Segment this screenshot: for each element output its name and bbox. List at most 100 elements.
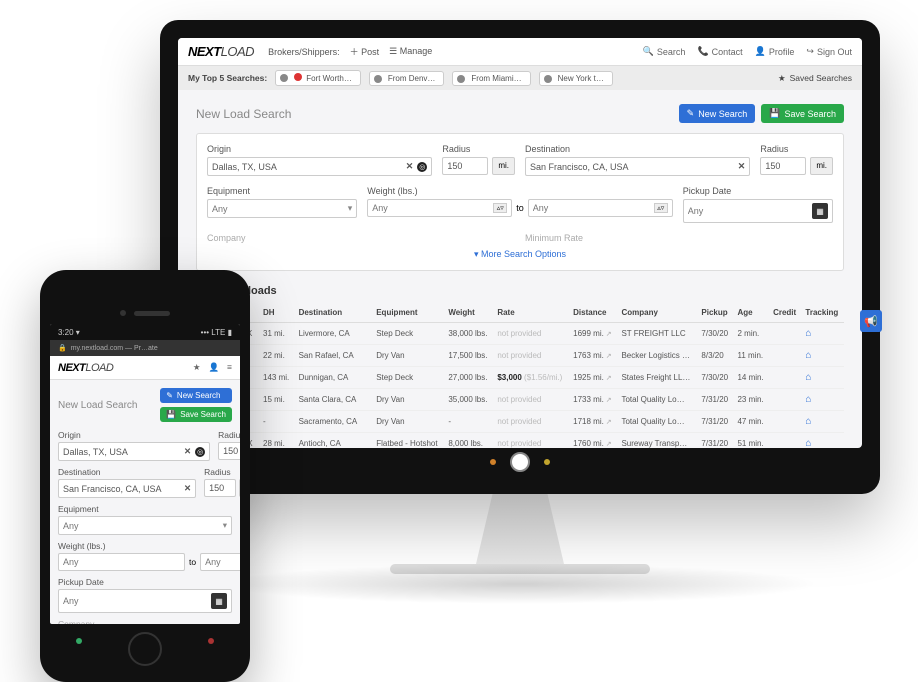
radius-label: Radius	[442, 144, 515, 154]
stepper-icon[interactable]: ▵▿	[654, 203, 668, 213]
radius-label: Radius	[218, 430, 240, 440]
company-label: Company	[58, 619, 232, 624]
table-row[interactable]: Fort Worth, TX31 mi.Livermore, CAStep De…	[196, 323, 844, 345]
column-header[interactable]: Tracking	[801, 303, 844, 323]
profile-link[interactable]: 👤Profile	[755, 46, 795, 57]
origin-input[interactable]: ✕ ◎	[207, 157, 432, 176]
calendar-icon[interactable]: ▦	[812, 203, 828, 219]
radius-label: Radius	[760, 144, 833, 154]
home-icon[interactable]: ⌂	[805, 328, 811, 339]
radius-input[interactable]	[204, 479, 236, 497]
star-icon[interactable]: ★	[193, 362, 201, 373]
table-row[interactable]: Lewisville, TX22 mi.San Rafael, CADry Va…	[196, 345, 844, 367]
unit-toggle[interactable]: mi.	[239, 479, 240, 497]
top5-chip[interactable]: From Denv…	[369, 71, 445, 86]
more-options-toggle[interactable]: ▾ More Search Options	[207, 243, 833, 260]
search-icon: 🔍	[643, 46, 654, 57]
home-icon[interactable]: ⌂	[805, 438, 811, 448]
weight-min-input[interactable]	[58, 553, 185, 571]
app-header: NEXTLOAD Brokers/Shippers: ＋ Post ☰ Mana…	[178, 38, 862, 66]
column-header[interactable]: Destination	[295, 303, 373, 323]
browser-url-bar[interactable]: 🔒my.nextload.com — Pr…ate	[50, 340, 240, 356]
results-table: OriginDHDestinationEquipmentWeightRateDi…	[196, 303, 844, 448]
new-search-button[interactable]: ✎New Search	[679, 104, 756, 123]
origin-input[interactable]: ✕◎	[58, 442, 210, 461]
saved-searches-link[interactable]: ★Saved Searches	[778, 73, 852, 84]
search-link[interactable]: 🔍Search	[643, 46, 686, 57]
brand-logo: NEXTLOAD	[188, 44, 254, 59]
announcements-button[interactable]: 📢	[860, 310, 862, 332]
weight-label: Weight (lbs.)	[367, 186, 673, 196]
search-panel: Origin ✕ ◎ Radius mi.	[196, 133, 844, 271]
menu-icon[interactable]: ≡	[227, 362, 232, 373]
pickup-date-input[interactable]: ▦	[683, 199, 833, 223]
save-icon: 💾	[769, 108, 780, 119]
signout-link[interactable]: ↪Sign Out	[806, 46, 852, 57]
weight-max-input[interactable]: ▵▿	[528, 199, 673, 217]
origin-label: Origin	[207, 144, 432, 154]
home-icon[interactable]: ⌂	[805, 372, 811, 383]
signout-icon: ↪	[806, 46, 814, 57]
column-header[interactable]: Equipment	[372, 303, 444, 323]
radius-input[interactable]	[218, 442, 240, 460]
destination-input[interactable]: ✕	[58, 479, 196, 498]
column-header[interactable]: Company	[617, 303, 697, 323]
desktop-monitor-mockup: NEXTLOAD Brokers/Shippers: ＋ Post ☰ Mana…	[160, 20, 880, 574]
equipment-select[interactable]	[58, 516, 232, 535]
star-icon: ★	[778, 73, 786, 84]
column-header[interactable]: Pickup	[697, 303, 733, 323]
destination-label: Destination	[525, 144, 750, 154]
destination-input[interactable]: ✕	[525, 157, 750, 176]
unit-toggle[interactable]: mi.	[810, 157, 833, 175]
equipment-label: Equipment	[58, 504, 232, 514]
top5-chip[interactable]: From Miami…	[452, 71, 530, 86]
save-icon: 💾	[166, 410, 176, 419]
weight-max-input[interactable]	[200, 553, 240, 571]
user-icon: 👤	[755, 46, 766, 57]
calendar-icon[interactable]: ▦	[211, 593, 227, 609]
weight-min-input[interactable]: ▵▿	[367, 199, 512, 217]
to-label: to	[516, 203, 524, 213]
minrate-label: Minimum Rate	[525, 233, 833, 243]
column-header[interactable]: Distance	[569, 303, 617, 323]
top5-chip[interactable]: Fort Worth…	[275, 70, 361, 86]
dest-radius-input[interactable]	[760, 157, 806, 175]
column-header[interactable]: Weight	[444, 303, 493, 323]
brokers-label: Brokers/Shippers:	[268, 47, 340, 57]
table-row[interactable]: Royse City, TX28 mi.Antioch, CAFlatbed -…	[196, 433, 844, 449]
locate-icon[interactable]: ◎	[417, 162, 427, 172]
table-row[interactable]: Marshall, TX143 mi.Dunnigan, CAStep Deck…	[196, 367, 844, 389]
table-row[interactable]: Carrollton, TX15 mi.Santa Clara, CADry V…	[196, 389, 844, 411]
save-search-button[interactable]: 💾Save Search	[160, 407, 232, 422]
results-count: Found 33 loads	[196, 285, 844, 297]
table-row[interactable]: Dallas, TX-Sacramento, CADry Van-not pro…	[196, 411, 844, 433]
origin-label: Origin	[58, 430, 210, 440]
column-header[interactable]: Age	[733, 303, 769, 323]
home-icon[interactable]: ⌂	[805, 350, 811, 361]
new-search-button[interactable]: ✎New Search	[160, 388, 232, 403]
user-icon[interactable]: 👤	[208, 362, 219, 373]
pickup-label: Pickup Date	[683, 186, 833, 196]
equipment-select[interactable]	[207, 199, 357, 218]
origin-radius-input[interactable]	[442, 157, 488, 175]
clear-icon[interactable]: ✕	[738, 161, 746, 172]
pickup-date-input[interactable]: ▦	[58, 589, 232, 613]
top5-chip[interactable]: New York t…	[539, 71, 613, 86]
stepper-icon[interactable]: ▵▿	[493, 203, 507, 213]
column-header[interactable]: DH	[259, 303, 295, 323]
destination-label: Destination	[58, 467, 196, 477]
section-title: New Load Search	[196, 107, 291, 121]
home-icon[interactable]: ⌂	[805, 416, 811, 427]
post-link[interactable]: ＋ Post	[350, 45, 380, 58]
clear-icon[interactable]: ✕	[406, 161, 414, 172]
unit-toggle[interactable]: mi.	[492, 157, 515, 175]
contact-link[interactable]: 📞Contact	[697, 46, 742, 57]
column-header[interactable]: Rate	[493, 303, 569, 323]
locate-icon[interactable]: ◎	[195, 447, 205, 457]
column-header[interactable]: Credit	[769, 303, 801, 323]
home-icon[interactable]: ⌂	[805, 394, 811, 405]
clear-icon[interactable]: ✕	[184, 483, 191, 494]
save-search-button[interactable]: 💾Save Search	[761, 104, 844, 123]
clear-icon[interactable]: ✕	[184, 446, 191, 457]
manage-link[interactable]: ☰ Manage	[389, 46, 432, 57]
